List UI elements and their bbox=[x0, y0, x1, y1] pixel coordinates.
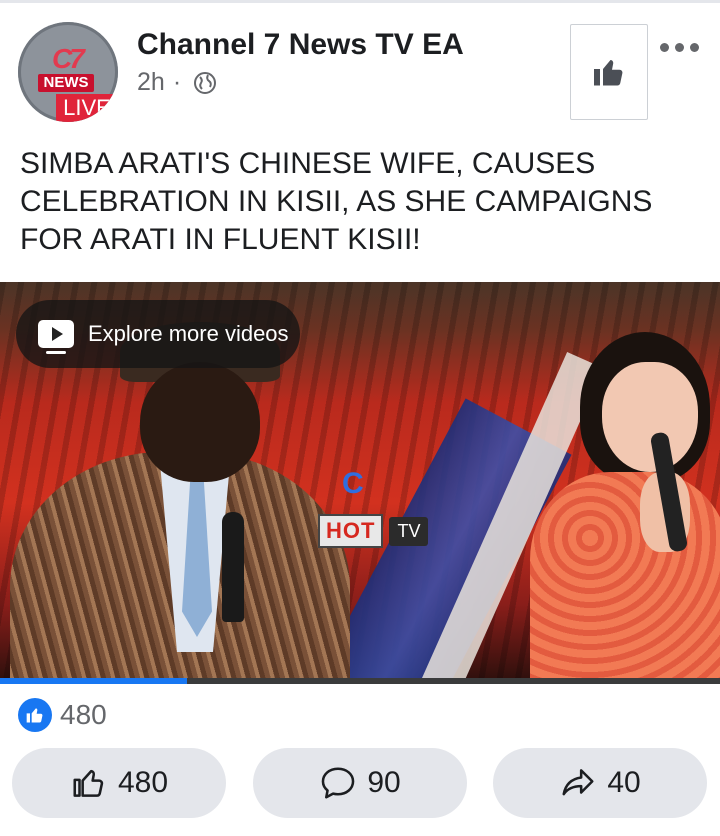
avatar-news-label: NEWS bbox=[38, 74, 94, 92]
dress bbox=[530, 472, 720, 684]
video-progress-fill bbox=[0, 678, 188, 684]
like-button[interactable]: 480 bbox=[12, 748, 226, 818]
top-divider bbox=[0, 0, 720, 3]
watermark-tv: TV bbox=[389, 516, 429, 546]
post-time[interactable]: 2h bbox=[137, 68, 165, 97]
comment-icon bbox=[322, 767, 355, 799]
share-icon bbox=[562, 769, 594, 796]
dot bbox=[690, 42, 699, 52]
page-avatar[interactable]: C7 NEWS LIVE bbox=[18, 22, 118, 122]
share-count: 40 bbox=[607, 766, 641, 799]
post-meta: 2h · bbox=[137, 68, 217, 97]
thumbs-up-icon bbox=[73, 769, 104, 797]
thumbs-up-icon bbox=[26, 708, 43, 723]
video-player[interactable]: C HOT TV Explore more videos bbox=[0, 282, 720, 684]
explore-more-videos-button[interactable]: Explore more videos bbox=[16, 300, 300, 368]
page-name[interactable]: Channel 7 News TV EA bbox=[137, 28, 464, 62]
globe-icon bbox=[194, 71, 217, 94]
video-figure-woman bbox=[520, 322, 720, 684]
more-options-icon[interactable] bbox=[660, 40, 700, 54]
video-progress-bar[interactable] bbox=[0, 678, 720, 684]
reaction-count: 480 bbox=[60, 699, 107, 730]
head bbox=[140, 362, 260, 482]
play-icon bbox=[38, 320, 74, 354]
channel-watermark: HOT TV bbox=[318, 514, 429, 548]
avatar-live-label: LIVE bbox=[56, 94, 118, 122]
reaction-summary[interactable]: 480 bbox=[18, 698, 107, 732]
like-badge-icon bbox=[18, 698, 52, 732]
microphone bbox=[222, 512, 244, 622]
dot bbox=[675, 42, 684, 52]
like-count: 480 bbox=[117, 766, 169, 799]
face bbox=[602, 362, 698, 472]
post-text: SIMBA ARATI'S CHINESE WIFE, CAUSES CELEB… bbox=[20, 147, 653, 256]
meta-separator: · bbox=[172, 68, 182, 96]
like-page-button[interactable] bbox=[570, 24, 648, 120]
watermark-hot: HOT bbox=[318, 514, 384, 548]
comment-count: 90 bbox=[367, 766, 401, 799]
explore-label: Explore more videos bbox=[88, 321, 289, 346]
avatar-logo: C7 bbox=[52, 43, 85, 74]
video-figure-man bbox=[0, 322, 360, 684]
thumbs-up-icon bbox=[594, 60, 623, 86]
loading-indicator: C bbox=[342, 467, 364, 500]
share-button[interactable]: 40 bbox=[493, 748, 707, 818]
dot bbox=[660, 42, 669, 52]
comment-button[interactable]: 90 bbox=[253, 748, 467, 818]
